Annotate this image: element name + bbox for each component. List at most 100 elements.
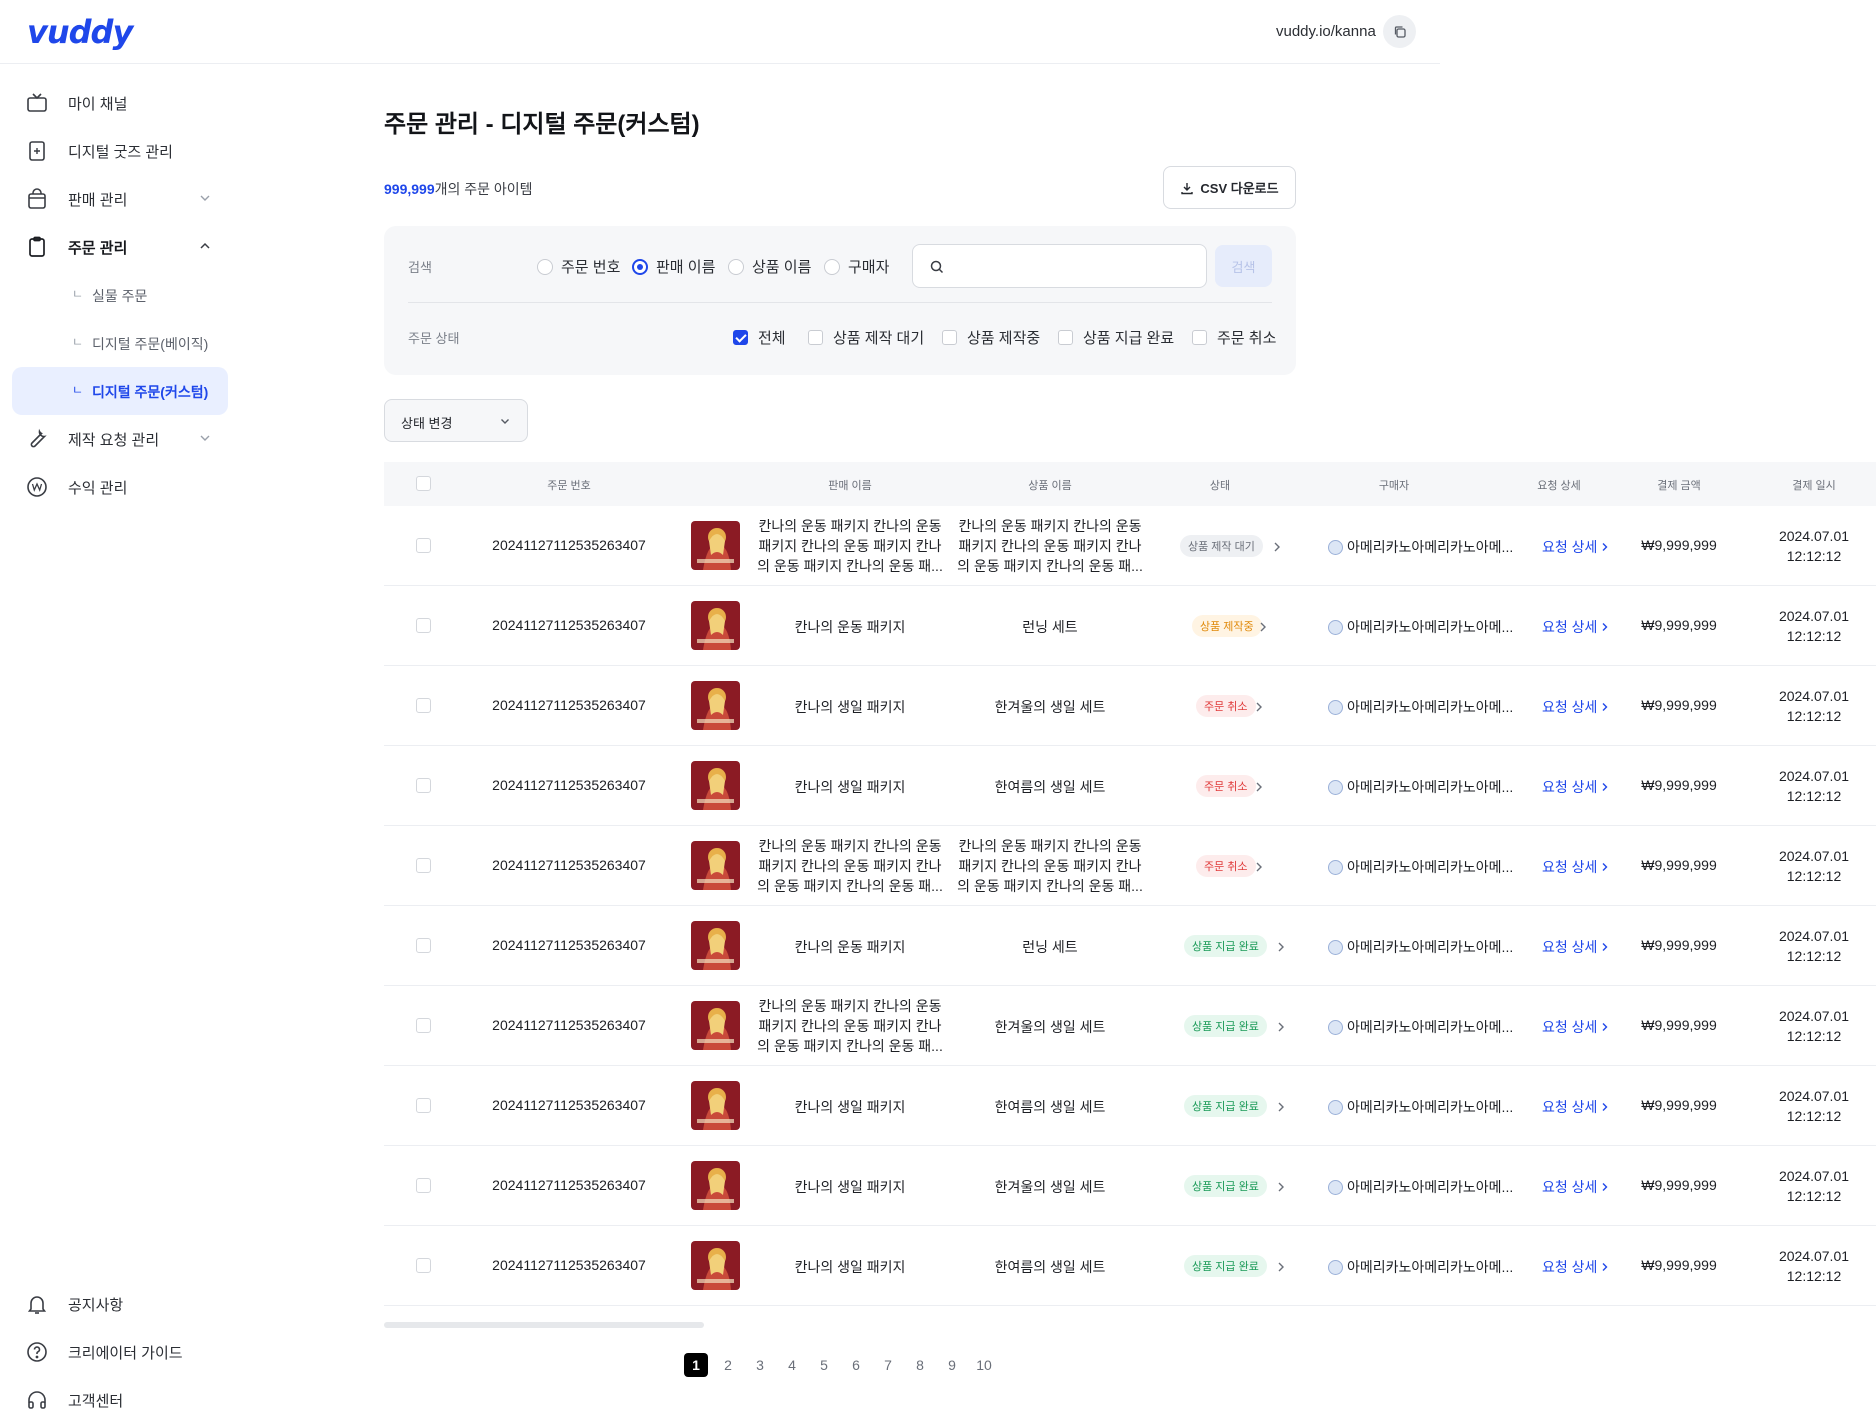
status-badge[interactable]: 상품 지급 완료 bbox=[1184, 935, 1267, 957]
status-badge[interactable]: 주문 취소 bbox=[1196, 855, 1256, 877]
table-row[interactable]: 20241127112535263407 칸나의 운동 패키지 칸나의 운동 패… bbox=[384, 986, 1876, 1066]
copy-url-button[interactable] bbox=[1383, 15, 1416, 48]
chevron-right-icon[interactable] bbox=[1276, 941, 1286, 953]
sale-name-line: 칸나의 운동 패키지 칸나의 운동 bbox=[758, 998, 942, 1014]
row-checkbox[interactable] bbox=[416, 858, 431, 873]
product-name-line: 칸나의 운동 패키지 칸나의 운동 bbox=[958, 838, 1142, 854]
checkbox bbox=[1058, 330, 1073, 345]
request-detail-link[interactable]: 요청 상세 bbox=[1542, 777, 1609, 797]
order-number: 20241127112535263407 bbox=[492, 1097, 646, 1113]
status-badge[interactable]: 상품 지급 완료 bbox=[1184, 1175, 1267, 1197]
chevron-right-icon[interactable] bbox=[1276, 1261, 1286, 1273]
status-check-all[interactable]: 전체 bbox=[733, 327, 786, 348]
status-check-cancelled[interactable]: 주문 취소 bbox=[1192, 327, 1276, 348]
chevron-right-icon[interactable] bbox=[1276, 1181, 1286, 1193]
table-row[interactable]: 20241127112535263407 칸나의 생일 패키지 한여름의 생일 세… bbox=[384, 746, 1876, 826]
page-button[interactable]: 8 bbox=[908, 1353, 932, 1377]
request-detail-link[interactable]: 요청 상세 bbox=[1542, 1097, 1609, 1117]
page-button[interactable]: 10 bbox=[972, 1353, 996, 1377]
vuddy-logo[interactable]: vuddy bbox=[27, 13, 133, 51]
payment-datetime: 2024.07.01 12:12:12 bbox=[1754, 846, 1874, 886]
sidebar-item-digital-goods[interactable]: 디지털 굿즈 관리 bbox=[12, 127, 228, 175]
radio-sale-name[interactable]: 판매 이름 bbox=[632, 256, 715, 277]
row-checkbox[interactable] bbox=[416, 698, 431, 713]
row-checkbox[interactable] bbox=[416, 778, 431, 793]
chevron-right-icon[interactable] bbox=[1276, 1101, 1286, 1113]
search-field[interactable] bbox=[912, 244, 1207, 288]
status-badge[interactable]: 주문 취소 bbox=[1196, 775, 1256, 797]
radio-buyer[interactable]: 구매자 bbox=[824, 256, 889, 277]
sidebar-subitem-physical-orders[interactable]: ㄴ 실물 주문 bbox=[12, 271, 228, 319]
chevron-right-icon[interactable] bbox=[1254, 861, 1264, 873]
status-badge[interactable]: 상품 지급 완료 bbox=[1184, 1095, 1267, 1117]
select-all-checkbox[interactable] bbox=[416, 476, 431, 491]
request-detail-link[interactable]: 요청 상세 bbox=[1542, 1177, 1609, 1197]
row-checkbox[interactable] bbox=[416, 938, 431, 953]
chevron-right-icon[interactable] bbox=[1254, 701, 1264, 713]
row-checkbox[interactable] bbox=[416, 1018, 431, 1033]
search-button[interactable]: 검색 bbox=[1215, 245, 1272, 287]
status-check-delivered[interactable]: 상품 지급 완료 bbox=[1058, 327, 1174, 348]
radio-circle bbox=[537, 258, 553, 275]
chevron-right-icon[interactable] bbox=[1254, 781, 1264, 793]
radio-order-number[interactable]: 주문 번호 bbox=[537, 256, 620, 277]
request-detail-link[interactable]: 요청 상세 bbox=[1542, 1017, 1609, 1037]
sidebar-item-creator-guide[interactable]: 크리에이터 가이드 bbox=[12, 1328, 228, 1376]
page-button-current[interactable]: 1 bbox=[684, 1353, 708, 1377]
table-row[interactable]: 20241127112535263407 칸나의 생일 패키지 한여름의 생일 세… bbox=[384, 1226, 1876, 1306]
row-checkbox[interactable] bbox=[416, 538, 431, 553]
sidebar-item-orders[interactable]: 주문 관리 bbox=[12, 223, 228, 271]
status-badge[interactable]: 상품 지급 완료 bbox=[1184, 1015, 1267, 1037]
status-badge[interactable]: 상품 제작중 bbox=[1192, 615, 1262, 637]
request-detail-link[interactable]: 요청 상세 bbox=[1542, 537, 1609, 557]
sidebar-item-notices[interactable]: 공지사항 bbox=[12, 1280, 228, 1328]
digital-goods-icon bbox=[29, 141, 45, 161]
status-change-dropdown[interactable]: 상태 변경 bbox=[384, 399, 528, 442]
table-row[interactable]: 20241127112535263407 칸나의 생일 패키지 한겨울의 생일 세… bbox=[384, 1146, 1876, 1226]
payment-date: 2024.07.01 bbox=[1778, 1008, 1850, 1024]
table-row[interactable]: 20241127112535263407 칸나의 운동 패키지 칸나의 운동 패… bbox=[384, 826, 1876, 906]
table-row[interactable]: 20241127112535263407 칸나의 운동 패키지 칸나의 운동 패… bbox=[384, 506, 1876, 586]
request-detail-link[interactable]: 요청 상세 bbox=[1542, 1257, 1609, 1277]
table-row[interactable]: 20241127112535263407 칸나의 운동 패키지 런닝 세트 상품 지… bbox=[384, 906, 1876, 986]
payment-datetime: 2024.07.01 12:12:12 bbox=[1754, 526, 1874, 566]
csv-download-button[interactable]: CSV 다운로드 bbox=[1163, 166, 1296, 209]
chevron-right-icon[interactable] bbox=[1276, 1021, 1286, 1033]
status-badge[interactable]: 상품 제작 대기 bbox=[1180, 535, 1263, 557]
sidebar-item-support[interactable]: 고객센터 bbox=[12, 1376, 228, 1417]
chevron-right-icon[interactable] bbox=[1272, 541, 1282, 553]
radio-product-name[interactable]: 상품 이름 bbox=[728, 256, 811, 277]
chevron-right-icon[interactable] bbox=[1258, 621, 1268, 633]
page-button[interactable]: 9 bbox=[940, 1353, 964, 1377]
sidebar-item-production-requests[interactable]: 제작 요청 관리 bbox=[12, 415, 228, 463]
sidebar-item-revenue[interactable]: 수익 관리 bbox=[12, 463, 228, 511]
status-badge[interactable]: 주문 취소 bbox=[1196, 695, 1256, 717]
status-check-making[interactable]: 상품 제작중 bbox=[942, 327, 1040, 348]
payment-amount: ₩9,999,999 bbox=[1641, 1177, 1717, 1193]
sidebar-item-sales[interactable]: 판매 관리 bbox=[12, 175, 228, 223]
table-row[interactable]: 20241127112535263407 칸나의 생일 패키지 한여름의 생일 세… bbox=[384, 1066, 1876, 1146]
horizontal-scrollbar[interactable] bbox=[384, 1322, 704, 1328]
request-detail-link[interactable]: 요청 상세 bbox=[1542, 697, 1609, 717]
page-button[interactable]: 5 bbox=[812, 1353, 836, 1377]
sidebar-item-my-channel[interactable]: 마이 채널 bbox=[12, 79, 228, 127]
sidebar-subitem-digital-basic[interactable]: ㄴ 디지털 주문(베이직) bbox=[12, 319, 228, 367]
request-detail-link[interactable]: 요청 상세 bbox=[1542, 857, 1609, 877]
search-input[interactable] bbox=[953, 253, 1193, 279]
row-checkbox[interactable] bbox=[416, 1098, 431, 1113]
status-check-waiting[interactable]: 상품 제작 대기 bbox=[808, 327, 924, 348]
row-checkbox[interactable] bbox=[416, 1258, 431, 1273]
page-button[interactable]: 4 bbox=[780, 1353, 804, 1377]
page-button[interactable]: 6 bbox=[844, 1353, 868, 1377]
table-row[interactable]: 20241127112535263407 칸나의 생일 패키지 한겨울의 생일 세… bbox=[384, 666, 1876, 746]
page-button[interactable]: 7 bbox=[876, 1353, 900, 1377]
page-button[interactable]: 2 bbox=[716, 1353, 740, 1377]
status-badge[interactable]: 상품 지급 완료 bbox=[1184, 1255, 1267, 1277]
request-detail-link[interactable]: 요청 상세 bbox=[1542, 937, 1609, 957]
table-row[interactable]: 20241127112535263407 칸나의 운동 패키지 런닝 세트 상품 제… bbox=[384, 586, 1876, 666]
page-button[interactable]: 3 bbox=[748, 1353, 772, 1377]
request-detail-link[interactable]: 요청 상세 bbox=[1542, 617, 1609, 637]
row-checkbox[interactable] bbox=[416, 618, 431, 633]
row-checkbox[interactable] bbox=[416, 1178, 431, 1193]
sidebar-subitem-digital-custom[interactable]: ㄴ 디지털 주문(커스텀) bbox=[12, 367, 228, 415]
